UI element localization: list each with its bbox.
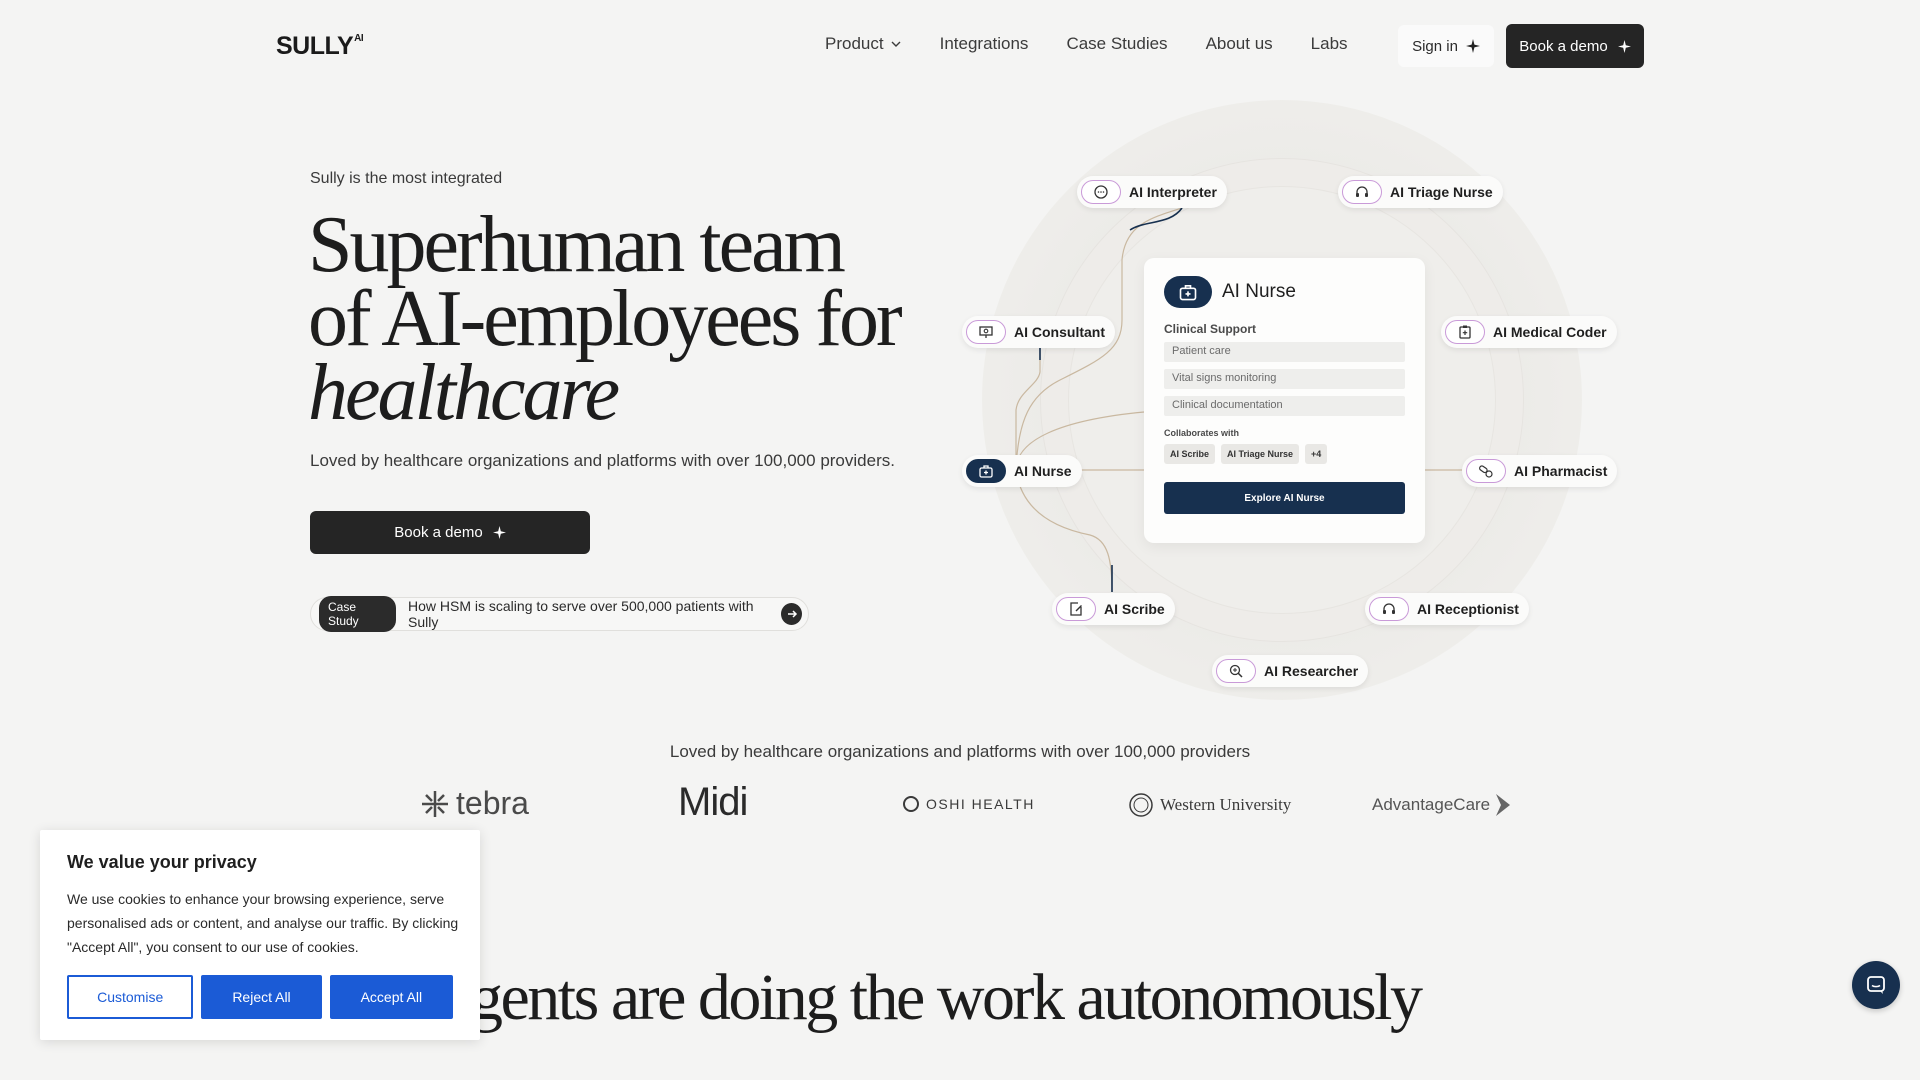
medical-kit-icon	[1164, 276, 1212, 308]
chevron-down-icon	[891, 41, 901, 47]
card-title: AI Nurse	[1222, 281, 1296, 302]
agent-ai-researcher[interactable]: AI Researcher	[1212, 655, 1369, 687]
case-study-link[interactable]: Case Study How HSM is scaling to serve o…	[310, 596, 809, 632]
cookie-title: We value your privacy	[67, 852, 257, 872]
chat-bubble-icon	[1081, 180, 1121, 204]
nav-links: Product Integrations Case Studies About …	[825, 34, 1386, 54]
agent-ai-scribe[interactable]: AI Scribe	[1052, 593, 1175, 625]
midi-logo: Midi	[678, 780, 748, 824]
arrow-right-icon	[781, 603, 802, 625]
sparkle-icon	[1617, 39, 1631, 53]
clipboard-icon	[1445, 320, 1485, 344]
agent-ai-medical-coder[interactable]: AI Medical Coder	[1441, 316, 1617, 348]
advantagecare-logo: AdvantageCare	[1372, 792, 1512, 818]
agent-ai-pharmacist[interactable]: AI Pharmacist	[1462, 455, 1618, 487]
tebra-logo: tebra	[420, 785, 529, 822]
accept-all-button[interactable]: Accept All	[329, 975, 453, 1019]
skill-item: Patient care	[1164, 342, 1405, 362]
sparkle-icon	[1465, 39, 1480, 53]
oshi-health-logo: OSHI HEALTH	[902, 795, 1035, 813]
cookie-buttons: Customise Reject All Accept All	[67, 975, 453, 1019]
headset-icon	[1342, 180, 1382, 204]
agent-ai-interpreter[interactable]: AI Interpreter	[1077, 176, 1227, 208]
case-study-badge: Case Study	[319, 596, 396, 632]
pill-icon	[1466, 459, 1506, 483]
nav-case-studies[interactable]: Case Studies	[1066, 34, 1167, 54]
presentation-icon	[966, 320, 1006, 344]
reject-all-button[interactable]: Reject All	[201, 975, 322, 1019]
sully-logo[interactable]: SULLYAI	[276, 32, 364, 61]
top-nav: SULLYAI Product Integrations Case Studie…	[0, 0, 1920, 92]
nav-integrations[interactable]: Integrations	[940, 34, 1029, 54]
chat-icon	[1867, 976, 1885, 994]
customise-button[interactable]: Customise	[67, 975, 194, 1019]
agent-ai-triage-nurse[interactable]: AI Triage Nurse	[1338, 176, 1503, 208]
agent-ai-receptionist[interactable]: AI Receptionist	[1365, 593, 1529, 625]
oshi-ring-icon	[903, 796, 919, 812]
skill-item: Vital signs monitoring	[1164, 369, 1405, 389]
ai-nurse-card: AI Nurse Clinical Support Patient care V…	[1144, 258, 1425, 543]
explore-ai-nurse-button[interactable]: Explore AI Nurse	[1164, 482, 1405, 514]
sign-in-button[interactable]: Sign in	[1398, 25, 1494, 67]
nav-book-demo-button[interactable]: Book a demo	[1506, 24, 1644, 68]
collab-chip-more: +4	[1305, 444, 1328, 464]
edit-document-icon	[1056, 597, 1096, 621]
tebra-mark-icon	[422, 790, 448, 817]
collaborates-label: Collaborates with	[1164, 428, 1240, 438]
hero-headline: Superhuman team of AI-employees for heal…	[308, 201, 903, 437]
clinical-support-label: Clinical Support	[1164, 322, 1257, 336]
collab-chip: AI Scribe	[1164, 444, 1216, 464]
hero-eyebrow: Sully is the most integrated	[310, 170, 503, 187]
nav-about-us[interactable]: About us	[1206, 34, 1273, 54]
cookie-text: We use cookies to enhance your browsing …	[67, 891, 459, 955]
nav-product[interactable]: Product	[825, 34, 902, 54]
chevron-mark-icon	[1496, 794, 1511, 816]
collab-chips: AI Scribe AI Triage Nurse +4	[1164, 444, 1405, 464]
logos-caption: Loved by healthcare organizations and pl…	[669, 742, 1251, 761]
cookie-consent-banner: We value your privacy We use cookies to …	[40, 830, 480, 1040]
collab-chip: AI Triage Nurse	[1221, 444, 1300, 464]
agent-ai-consultant[interactable]: AI Consultant	[962, 316, 1115, 348]
magnifier-icon	[1216, 659, 1256, 683]
skill-item: Clinical documentation	[1164, 396, 1405, 416]
hero-book-demo-button[interactable]: Book a demo	[310, 511, 590, 554]
sparkle-icon	[492, 526, 506, 539]
section-headline: gents are doing the work autonomously	[470, 961, 1423, 1034]
medical-kit-icon	[966, 459, 1006, 483]
headset-icon	[1369, 597, 1409, 621]
agent-ai-nurse[interactable]: AI Nurse	[962, 455, 1082, 487]
nav-labs[interactable]: Labs	[1311, 34, 1348, 54]
case-study-text: How HSM is scaling to serve over 500,000…	[408, 598, 754, 630]
hero-subline: Loved by healthcare organizations and pl…	[310, 451, 895, 470]
crest-icon	[1129, 793, 1153, 817]
chat-launcher-button[interactable]	[1852, 961, 1900, 1009]
western-university-logo: Western University	[1128, 792, 1291, 818]
